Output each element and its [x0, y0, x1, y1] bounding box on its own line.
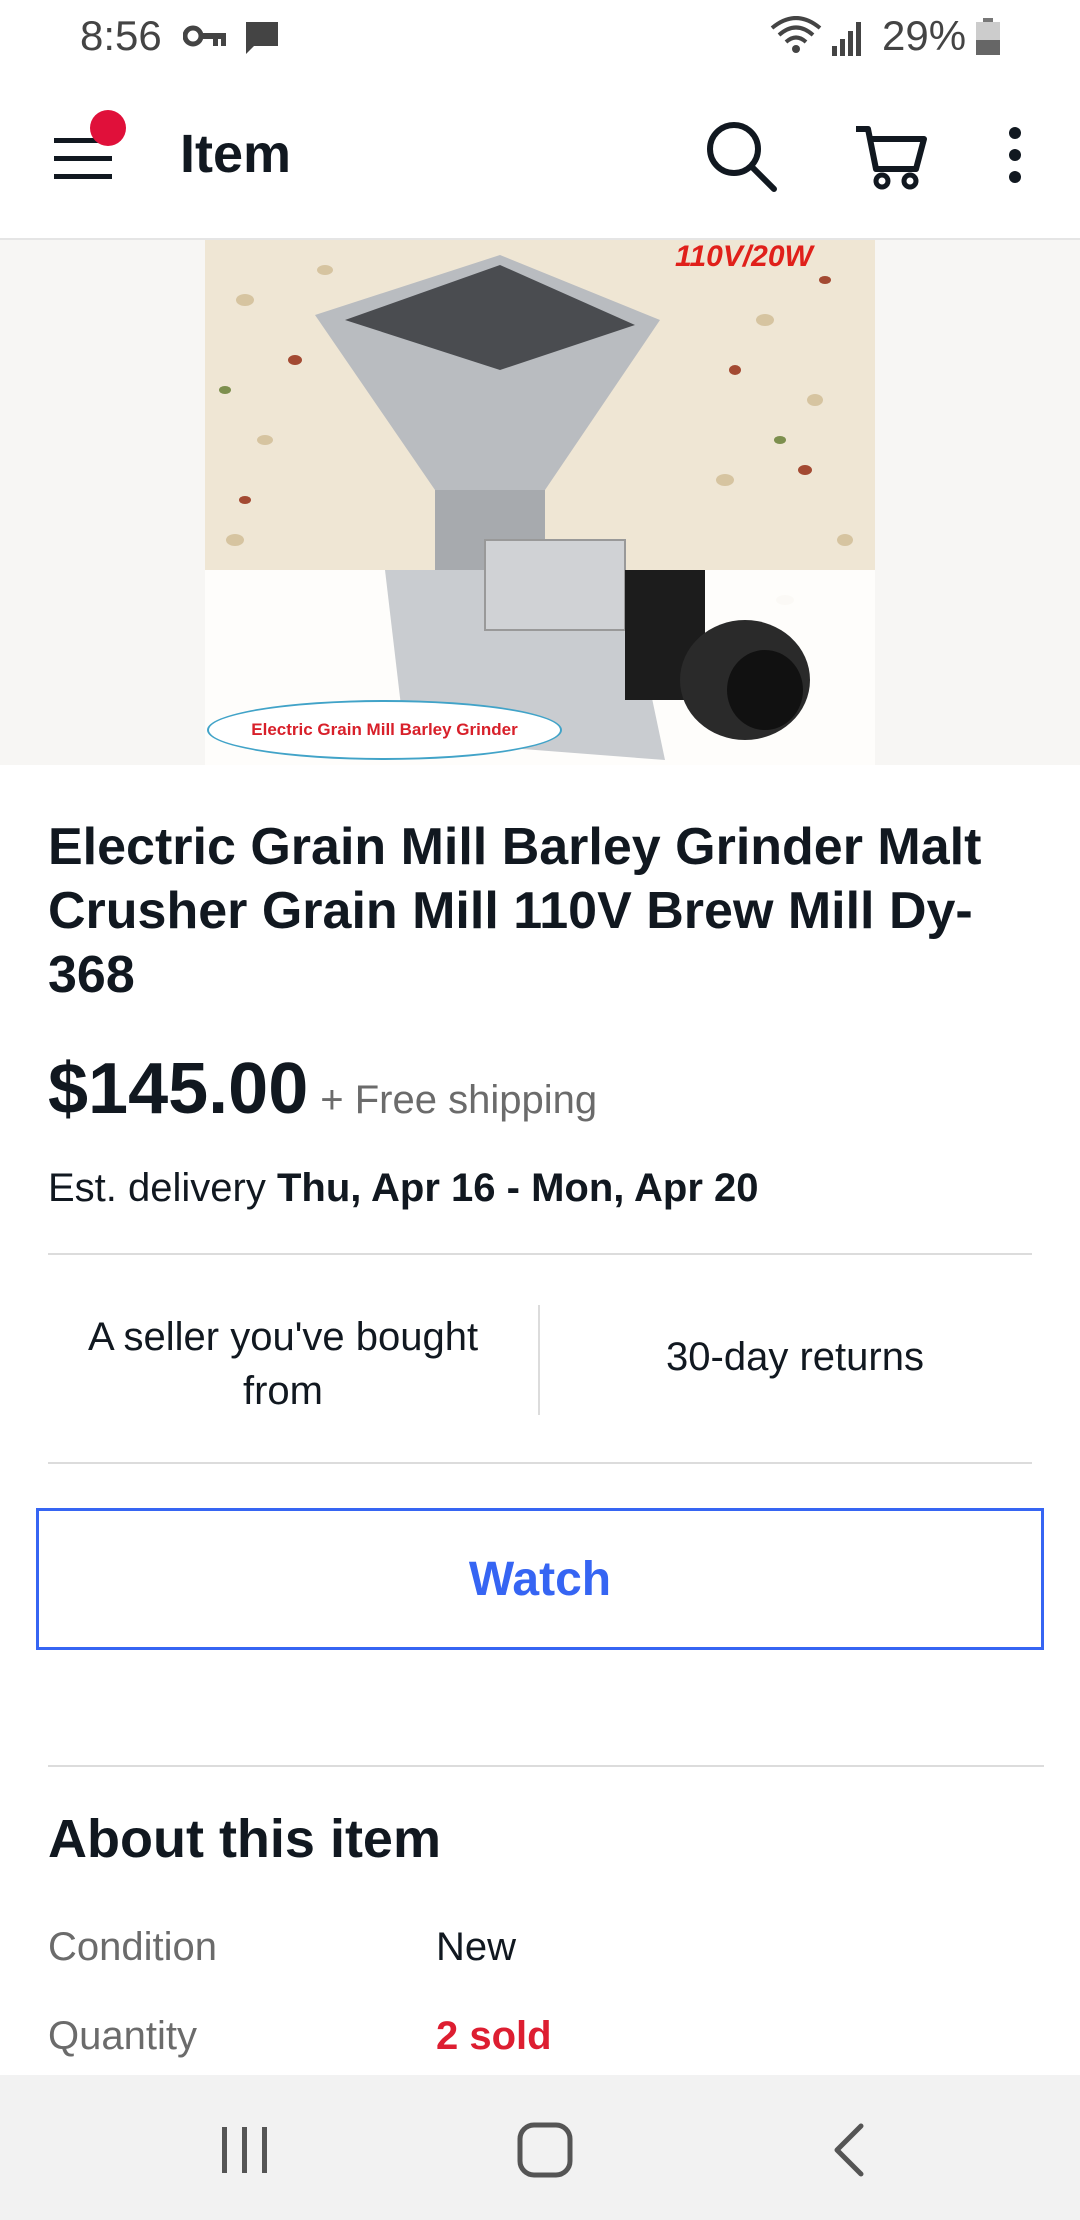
delivery-estimate: Est. delivery Thu, Apr 16 - Mon, Apr 20	[48, 1166, 759, 1211]
recent-apps-icon[interactable]	[210, 2125, 280, 2175]
delivery-dates: Thu, Apr 16 - Mon, Apr 20	[276, 1166, 759, 1210]
condition-label: Condition	[48, 1925, 218, 1969]
price-row: $145.00 + Free shipping	[48, 1048, 597, 1130]
signal-icon	[832, 22, 861, 56]
app-header: Item	[0, 75, 1080, 240]
grain-background	[205, 240, 875, 765]
battery-icon	[976, 18, 1000, 55]
status-time: 8:56	[80, 12, 162, 59]
key-icon	[183, 25, 226, 47]
home-icon[interactable]	[515, 2120, 575, 2180]
watch-button[interactable]: Watch	[36, 1508, 1044, 1650]
quantity-label: Quantity	[48, 2014, 197, 2058]
cart-icon[interactable]	[850, 115, 930, 195]
product-image[interactable]: 110V/20W Electric Grain Mill Barley Grin…	[205, 240, 875, 765]
product-image-carousel[interactable]: 110V/20W Electric Grain Mill Barley Grin…	[0, 240, 1080, 765]
item-price: $145.00	[48, 1049, 309, 1129]
divider	[48, 1765, 1044, 1767]
status-bar: 8:56 29%	[0, 0, 1080, 75]
trust-separator	[538, 1305, 540, 1415]
system-nav-bar	[0, 2075, 1080, 2220]
shipping-info: + Free shipping	[320, 1078, 598, 1122]
watch-button-label: Watch	[468, 1552, 612, 1606]
seller-history: A seller you've bought from	[87, 1315, 479, 1413]
quantity-sold: 2 sold	[436, 2014, 552, 2058]
about-section-title: About this item	[48, 1809, 441, 1869]
notification-dot	[90, 110, 126, 146]
item-title: Electric Grain Mill Barley Grinder Malt …	[48, 818, 982, 1004]
more-options-icon[interactable]	[990, 115, 1040, 195]
image-caption: Electric Grain Mill Barley Grinder	[207, 700, 562, 760]
returns-policy: 30-day returns	[666, 1335, 924, 1379]
wifi-icon	[770, 16, 822, 53]
trust-indicators: A seller you've bought from 30-day retur…	[48, 1255, 1032, 1460]
delivery-prefix: Est. delivery	[48, 1166, 266, 1210]
voltage-badge: 110V/20W	[675, 240, 813, 273]
condition-value: New	[436, 1925, 517, 1969]
battery-percent: 29%	[882, 12, 967, 59]
page-title: Item	[180, 124, 292, 184]
back-icon[interactable]	[825, 2120, 875, 2180]
divider	[48, 1462, 1032, 1464]
message-icon	[246, 22, 278, 54]
image-caption-text: Electric Grain Mill Barley Grinder	[251, 720, 518, 739]
search-icon[interactable]	[700, 115, 780, 195]
